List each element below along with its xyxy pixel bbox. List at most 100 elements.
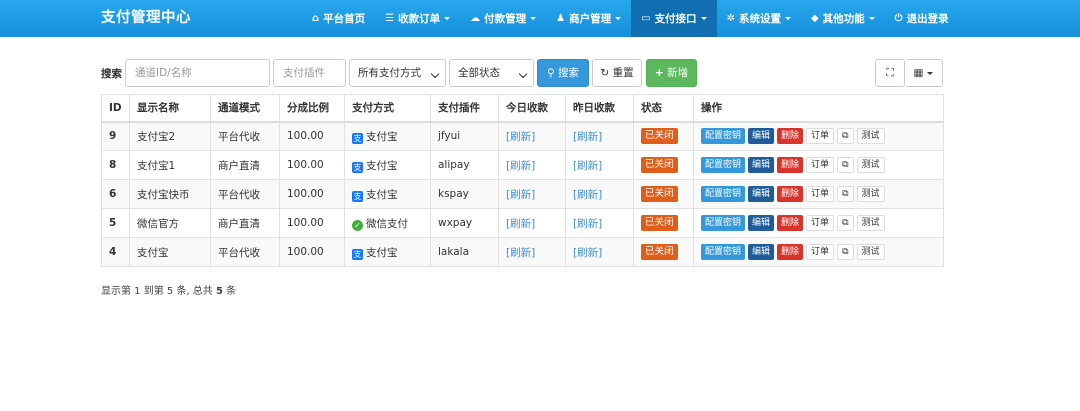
cell-actions: 配置密钥 编辑 删除 订单 ⧉ 测试 <box>693 179 944 209</box>
cell-ratio: 100.00 <box>279 208 345 238</box>
cell-status: 已关闭 <box>633 121 694 151</box>
refresh-yesterday-link[interactable]: [刷新] <box>573 131 602 143</box>
search-button[interactable]: ⚲ 搜索 <box>537 59 589 87</box>
edit-button[interactable]: 编辑 <box>748 157 775 173</box>
cell-id: 4 <box>101 237 130 267</box>
nav-item-label: 其他功能 <box>822 13 865 25</box>
delete-button[interactable]: 删除 <box>777 157 804 173</box>
column-header: 分成比例 <box>279 94 345 123</box>
cell-mode: 平台代收 <box>210 179 280 209</box>
cell-actions: 配置密钥 编辑 删除 订单 ⧉ 测试 <box>693 208 944 238</box>
copy-icon[interactable]: ⧉ <box>837 128 854 145</box>
channel-search-input[interactable]: 通道ID/名称 <box>125 59 270 87</box>
chevron-down-icon <box>784 17 791 20</box>
copy-icon[interactable]: ⧉ <box>837 186 854 202</box>
column-header: 今日收款 <box>498 94 566 123</box>
columns-toggle-button[interactable]: ▦ <box>905 59 943 87</box>
config-key-button[interactable]: 配置密钥 <box>701 128 746 145</box>
orders-button[interactable]: 订单 <box>806 215 835 231</box>
user-icon: ♟ <box>556 13 566 24</box>
delete-button[interactable]: 删除 <box>777 186 804 202</box>
nav-item-payout[interactable]: ☁ 付款管理 <box>460 0 546 37</box>
test-button[interactable]: 测试 <box>856 215 885 231</box>
status-select[interactable]: 全部状态 <box>449 59 534 87</box>
refresh-today-link[interactable]: [刷新] <box>506 160 535 172</box>
status-select-value: 全部状态 <box>458 67 500 79</box>
status-badge[interactable]: 已关闭 <box>641 157 678 173</box>
chevron-down-icon <box>927 71 934 75</box>
config-key-button[interactable]: 配置密钥 <box>701 157 746 173</box>
status-badge[interactable]: 已关闭 <box>641 244 678 260</box>
nav-item-orders[interactable]: ☰ 收款订单 <box>375 0 460 37</box>
main-nav: ⌂ 平台首页 ☰ 收款订单 ☁ 付款管理 ♟ 商户管理 ▭ 支付接口 ✲ 系统设置 ◆ 其他功能 ⏻ 退出登录 <box>302 0 959 37</box>
status-badge[interactable]: 已关闭 <box>641 215 678 231</box>
refresh-yesterday-link[interactable]: [刷新] <box>573 247 602 259</box>
test-button[interactable]: 测试 <box>856 157 885 173</box>
nav-item-home[interactable]: ⌂ 平台首页 <box>302 0 375 37</box>
nav-item-label: 付款管理 <box>484 13 527 25</box>
orders-button[interactable]: 订单 <box>806 157 835 173</box>
power-icon: ⏻ <box>894 13 903 24</box>
refresh-yesterday-link[interactable]: [刷新] <box>573 189 602 201</box>
nav-item-logout[interactable]: ⏻ 退出登录 <box>885 0 959 37</box>
edit-button[interactable]: 编辑 <box>748 186 775 202</box>
refresh-today-link[interactable]: [刷新] <box>506 218 535 230</box>
nav-item-pay-interface[interactable]: ▭ 支付接口 <box>631 0 717 37</box>
test-button[interactable]: 测试 <box>856 186 885 202</box>
delete-button[interactable]: 删除 <box>777 215 804 231</box>
nav-item-settings[interactable]: ✲ 系统设置 <box>717 0 801 37</box>
orders-button[interactable]: 订单 <box>806 186 835 202</box>
config-key-button[interactable]: 配置密钥 <box>701 244 746 260</box>
brand-title[interactable]: 支付管理中心 <box>101 0 191 37</box>
test-button[interactable]: 测试 <box>856 128 885 145</box>
plugin-search-input[interactable]: 支付插件 <box>273 59 346 87</box>
test-button[interactable]: 测试 <box>856 244 885 260</box>
refresh-today-link[interactable]: [刷新] <box>506 189 535 201</box>
cell-name: 支付宝 <box>129 237 211 267</box>
reset-button[interactable]: ↻ 重置 <box>592 59 642 87</box>
add-button-label: 新增 <box>667 67 689 79</box>
search-icon: ⚲ <box>546 67 555 79</box>
nav-item-merchant[interactable]: ♟ 商户管理 <box>546 0 631 37</box>
chevron-down-icon <box>615 17 622 20</box>
edit-button[interactable]: 编辑 <box>748 244 775 260</box>
cell-mode: 商户直清 <box>210 150 280 180</box>
columns-icon: ▦ <box>913 67 924 79</box>
orders-button[interactable]: 订单 <box>806 128 835 145</box>
nav-item-label: 平台首页 <box>323 13 366 25</box>
orders-button[interactable]: 订单 <box>806 244 835 260</box>
row-actions: 配置密钥 编辑 删除 订单 ⧉ 测试 <box>701 186 936 202</box>
edit-button[interactable]: 编辑 <box>748 128 775 145</box>
chevron-down-icon <box>700 17 707 20</box>
gear-icon: ✲ <box>726 13 735 24</box>
column-header: 支付方式 <box>344 94 431 123</box>
refresh-today-link[interactable]: [刷新] <box>506 131 535 143</box>
copy-icon[interactable]: ⧉ <box>837 215 854 231</box>
delete-button[interactable]: 删除 <box>777 244 804 260</box>
add-button[interactable]: + 新增 <box>646 59 697 87</box>
delete-button[interactable]: 删除 <box>777 128 804 145</box>
cell-mode: 平台代收 <box>210 237 280 267</box>
status-badge[interactable]: 已关闭 <box>641 128 678 145</box>
cell-actions: 配置密钥 编辑 删除 订单 ⧉ 测试 <box>693 150 944 180</box>
config-key-button[interactable]: 配置密钥 <box>701 215 746 231</box>
refresh-today-link[interactable]: [刷新] <box>506 247 535 259</box>
cell-paytype: 支支付宝 <box>344 179 431 209</box>
channel-table: ID 显示名称 通道模式 分成比例 支付方式 支付插件 今日收款 昨日收款 状态 操作 9 支付宝2… <box>101 94 944 267</box>
nav-item-other[interactable]: ◆ 其他功能 <box>801 0 885 37</box>
copy-icon[interactable]: ⧉ <box>837 157 854 173</box>
cell-paytype: 支支付宝 <box>344 150 431 180</box>
fullscreen-icon: ⛶ <box>886 67 894 79</box>
status-badge[interactable]: 已关闭 <box>641 186 678 202</box>
row-actions: 配置密钥 编辑 删除 订单 ⧉ 测试 <box>701 244 936 260</box>
pagination-info: 显示第 1 到第 5 条, 总共 5 条 <box>101 282 236 297</box>
cell-ratio: 100.00 <box>279 150 345 180</box>
refresh-yesterday-link[interactable]: [刷新] <box>573 160 602 172</box>
copy-icon[interactable]: ⧉ <box>837 244 854 260</box>
cell-plugin: jfyui <box>430 121 499 151</box>
refresh-yesterday-link[interactable]: [刷新] <box>573 218 602 230</box>
config-key-button[interactable]: 配置密钥 <box>701 186 746 202</box>
edit-button[interactable]: 编辑 <box>748 215 775 231</box>
paytype-select[interactable]: 所有支付方式 <box>349 59 446 87</box>
fullscreen-button[interactable]: ⛶ <box>875 59 905 87</box>
